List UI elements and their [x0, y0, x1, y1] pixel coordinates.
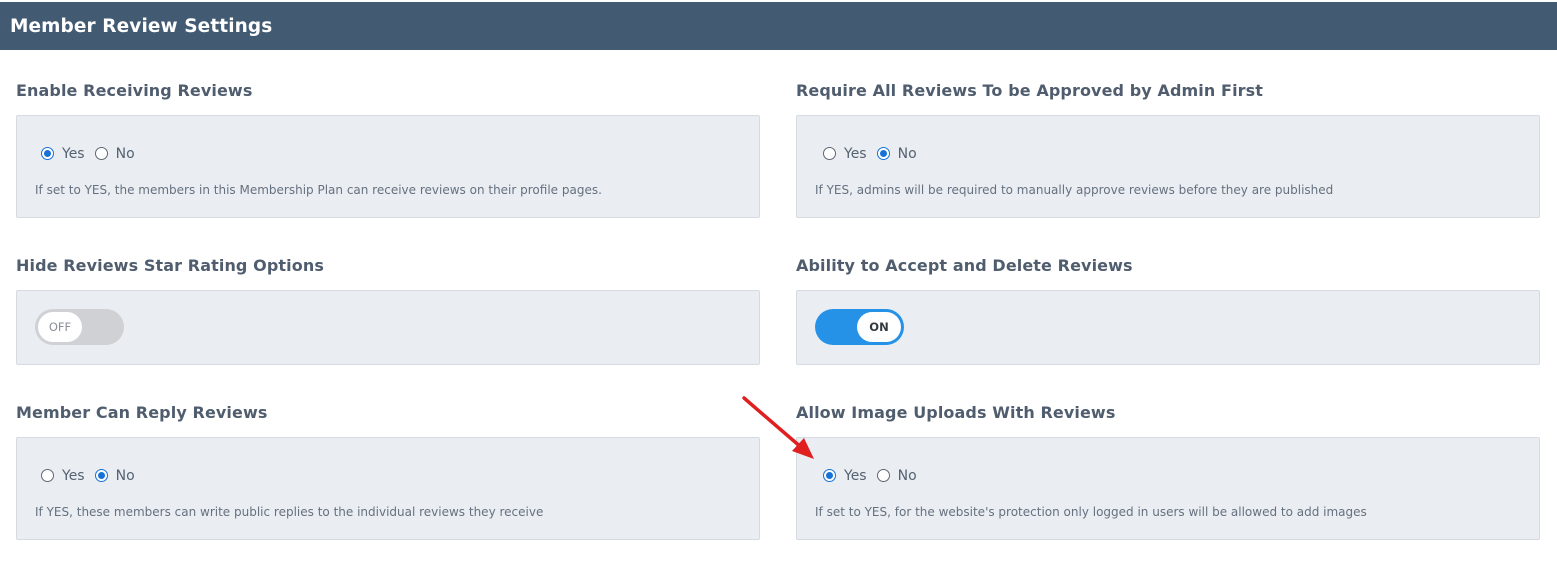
radio-button-no[interactable]	[94, 468, 108, 482]
settings-box: Yes No If set to YES, the members in thi…	[16, 115, 760, 218]
radio-button-no[interactable]	[94, 146, 108, 160]
radio-label-no: No	[115, 146, 135, 162]
section-require-approval: Require All Reviews To be Approved by Ad…	[796, 80, 1540, 218]
radio-label-no: No	[115, 468, 135, 484]
radio-option-yes[interactable]: Yes	[41, 145, 85, 162]
radio-group: Yes No	[41, 467, 145, 484]
section-label: Ability to Accept and Delete Reviews	[796, 256, 1133, 275]
radio-group: Yes No	[823, 467, 927, 484]
section-label: Require All Reviews To be Approved by Ad…	[796, 81, 1264, 100]
annotation-arrow-icon	[742, 396, 814, 459]
help-text: If set to YES, for the website's protect…	[815, 505, 1367, 519]
settings-box: Yes No If set to YES, for the website's …	[796, 437, 1540, 540]
settings-box: Yes No If YES, admins will be required t…	[796, 115, 1540, 218]
radio-button-no[interactable]	[876, 146, 890, 160]
radio-option-no[interactable]: No	[876, 467, 917, 484]
radio-button-yes[interactable]	[823, 146, 836, 160]
settings-box: OFF	[16, 290, 760, 365]
radio-option-no[interactable]: No	[94, 467, 135, 484]
settings-box: Yes No If YES, these members can write p…	[16, 437, 760, 540]
section-label: Allow Image Uploads With Reviews	[796, 403, 1116, 422]
radio-option-no[interactable]: No	[876, 145, 917, 162]
radio-option-yes[interactable]: Yes	[823, 145, 867, 162]
radio-label-yes: Yes	[62, 468, 85, 484]
radio-option-yes[interactable]: Yes	[823, 467, 867, 484]
radio-label-yes: Yes	[844, 146, 867, 162]
page-title: Member Review Settings	[10, 15, 273, 37]
page-header: Member Review Settings	[0, 2, 1557, 50]
radio-option-yes[interactable]: Yes	[41, 467, 85, 484]
radio-button-no[interactable]	[876, 468, 890, 482]
radio-option-no[interactable]: No	[94, 145, 135, 162]
section-member-reply: Member Can Reply Reviews Yes No If YES, …	[16, 402, 760, 540]
toggle-knob: OFF	[38, 312, 82, 342]
section-label: Hide Reviews Star Rating Options	[16, 256, 324, 275]
toggle-knob: ON	[857, 312, 901, 342]
section-enable-receiving-reviews: Enable Receiving Reviews Yes No If set t…	[16, 80, 760, 218]
radio-group: Yes No	[41, 145, 145, 162]
section-hide-star-rating: Hide Reviews Star Rating Options OFF	[16, 255, 760, 365]
toggle-switch[interactable]: OFF	[35, 309, 124, 345]
radio-label-no: No	[897, 468, 917, 484]
radio-group: Yes No	[823, 145, 927, 162]
section-image-uploads: Allow Image Uploads With Reviews Yes No …	[796, 402, 1540, 540]
radio-label-yes: Yes	[844, 468, 867, 484]
help-text: If set to YES, the members in this Membe…	[35, 183, 602, 197]
section-accept-delete-reviews: Ability to Accept and Delete Reviews ON	[796, 255, 1540, 365]
section-label: Member Can Reply Reviews	[16, 403, 268, 422]
radio-label-yes: Yes	[62, 146, 85, 162]
toggle-switch[interactable]: ON	[815, 309, 904, 345]
radio-button-yes[interactable]	[41, 146, 54, 160]
help-text: If YES, these members can write public r…	[35, 505, 544, 519]
section-label: Enable Receiving Reviews	[16, 81, 253, 100]
radio-button-yes[interactable]	[41, 468, 54, 482]
help-text: If YES, admins will be required to manua…	[815, 183, 1334, 197]
settings-box: ON	[796, 290, 1540, 365]
radio-label-no: No	[897, 146, 917, 162]
